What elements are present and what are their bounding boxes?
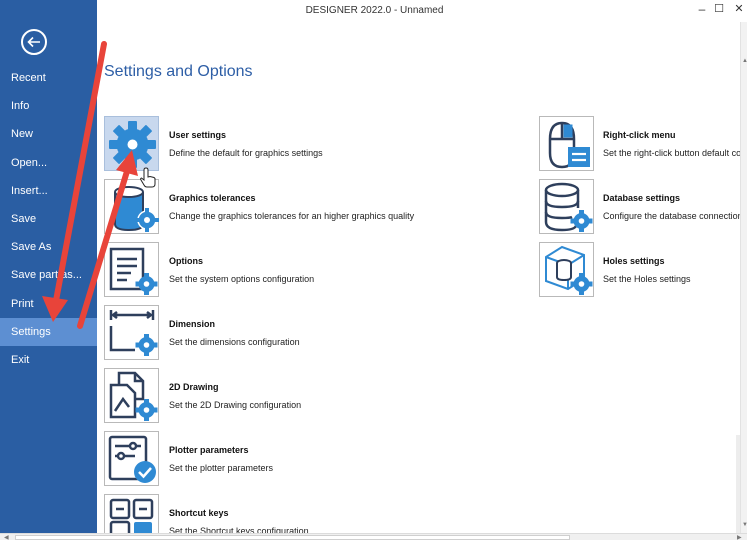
drawing-2d-desc: Set the 2D Drawing configuration bbox=[169, 400, 302, 410]
graphics-tolerances-desc: Change the graphics tolerances for an hi… bbox=[169, 211, 415, 221]
backstage-sidebar: Recent Info New Open... Insert... Save S… bbox=[0, 0, 97, 533]
user-settings-title[interactable]: User settings bbox=[169, 130, 226, 140]
holes-settings-title[interactable]: Holes settings bbox=[603, 256, 665, 266]
horizontal-scrollbar[interactable]: ◀ ▶ bbox=[0, 533, 747, 540]
scroll-left-icon[interactable]: ◀ bbox=[4, 534, 9, 540]
window-title: DESIGNER 2022.0 - Unnamed bbox=[305, 5, 444, 16]
database-settings-tile[interactable] bbox=[539, 179, 594, 234]
menu-item-open[interactable]: Open... bbox=[0, 149, 97, 177]
holes-icon bbox=[545, 245, 593, 295]
database-settings-title[interactable]: Database settings bbox=[603, 193, 680, 203]
menu-item-new[interactable]: New bbox=[0, 120, 97, 148]
back-arrow-icon[interactable] bbox=[21, 29, 47, 55]
drawing-2d-title[interactable]: 2D Drawing bbox=[169, 382, 219, 392]
plotter-parameters-tile[interactable] bbox=[104, 431, 159, 486]
graphics-tolerances-tile[interactable] bbox=[104, 179, 159, 234]
options-tile[interactable] bbox=[104, 242, 159, 297]
menu-item-exit[interactable]: Exit bbox=[0, 346, 97, 374]
menu-item-save-as[interactable]: Save As bbox=[0, 233, 97, 261]
options-desc: Set the system options configuration bbox=[169, 274, 315, 284]
dimension-icon bbox=[109, 310, 158, 356]
side-panel-edge bbox=[736, 435, 740, 533]
maximize-button[interactable]: ☐ bbox=[709, 2, 729, 18]
right-click-menu-title[interactable]: Right-click menu bbox=[603, 130, 676, 140]
menu-item-info[interactable]: Info bbox=[0, 92, 97, 120]
user-settings-tile[interactable] bbox=[104, 116, 159, 171]
menu-item-save[interactable]: Save bbox=[0, 205, 97, 233]
drawing-2d-tile[interactable] bbox=[104, 368, 159, 423]
title-bar: DESIGNER 2022.0 - Unnamed – ☐ ✕ bbox=[97, 0, 747, 22]
options-title[interactable]: Options bbox=[169, 256, 203, 266]
graphics-tolerance-icon bbox=[114, 186, 159, 232]
menu-item-recent[interactable]: Recent bbox=[0, 64, 97, 92]
dimension-desc: Set the dimensions configuration bbox=[169, 337, 300, 347]
shortcut-keys-tile[interactable] bbox=[104, 494, 159, 534]
right-click-menu-desc: Set the right-click button default cor bbox=[603, 148, 745, 158]
vertical-scrollbar[interactable]: ▲ ▼ bbox=[740, 22, 747, 533]
page-title: Settings and Options bbox=[104, 63, 253, 80]
right-click-menu-tile[interactable] bbox=[539, 116, 594, 171]
database-icon bbox=[544, 182, 593, 232]
graphics-tolerances-title[interactable]: Graphics tolerances bbox=[169, 193, 256, 203]
holes-settings-tile[interactable] bbox=[539, 242, 594, 297]
horizontal-scroll-thumb[interactable] bbox=[15, 535, 570, 540]
user-settings-desc: Define the default for graphics settings bbox=[169, 148, 323, 158]
backstage-menu: Recent Info New Open... Insert... Save S… bbox=[0, 64, 97, 374]
plotter-icon bbox=[108, 435, 156, 483]
plotter-parameters-title[interactable]: Plotter parameters bbox=[169, 445, 249, 455]
database-settings-desc: Configure the database connection s bbox=[603, 211, 747, 221]
holes-settings-desc: Set the Holes settings bbox=[603, 274, 691, 284]
shortcut-keys-title[interactable]: Shortcut keys bbox=[169, 508, 229, 518]
mouse-icon bbox=[548, 121, 590, 169]
options-list-icon bbox=[109, 247, 158, 295]
scroll-down-icon[interactable]: ▼ bbox=[742, 522, 747, 528]
close-button[interactable]: ✕ bbox=[729, 2, 747, 18]
menu-item-settings[interactable]: Settings bbox=[0, 317, 97, 346]
shortcut-keys-icon bbox=[109, 498, 154, 534]
menu-item-insert[interactable]: Insert... bbox=[0, 177, 97, 205]
dimension-title[interactable]: Dimension bbox=[169, 319, 215, 329]
plotter-parameters-desc: Set the plotter parameters bbox=[169, 463, 274, 473]
scroll-up-icon[interactable]: ▲ bbox=[742, 58, 747, 64]
menu-item-print[interactable]: Print bbox=[0, 290, 97, 318]
menu-item-save-part-as[interactable]: Save part as... bbox=[0, 261, 97, 289]
scroll-right-icon[interactable]: ▶ bbox=[737, 534, 742, 540]
gear-icon bbox=[109, 121, 156, 168]
drawing-2d-icon bbox=[109, 371, 158, 421]
dimension-tile[interactable] bbox=[104, 305, 159, 360]
